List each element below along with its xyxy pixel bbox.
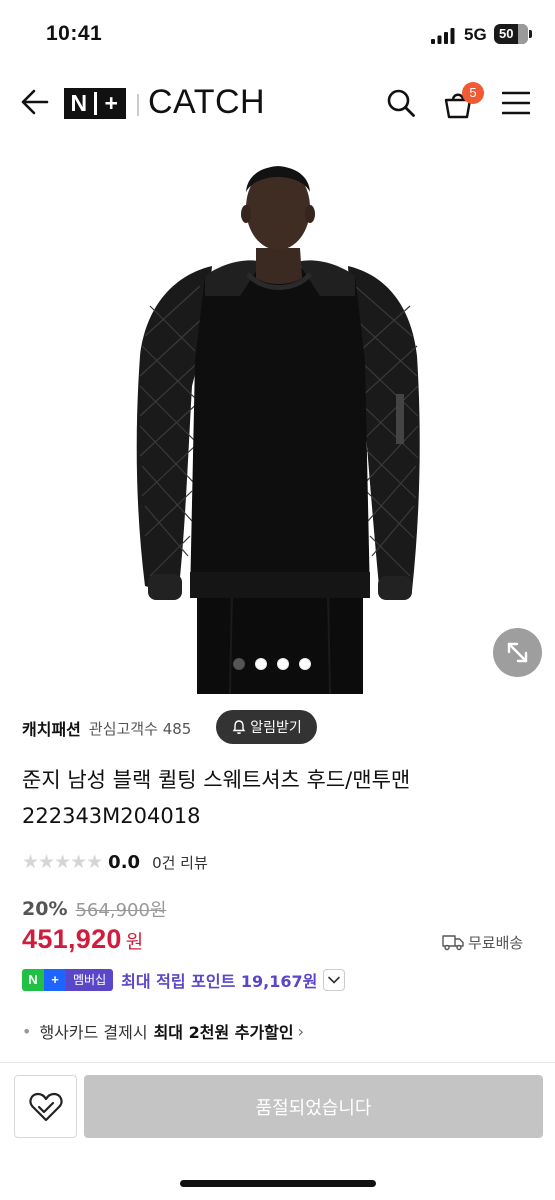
- catch-logo[interactable]: CATCH: [148, 83, 265, 122]
- top-navigation: N + CATCH 5: [0, 70, 555, 136]
- discount-row: 20% 564,900원: [22, 896, 166, 922]
- interest-count: 관심고객수 485: [89, 718, 191, 739]
- truck-icon: [442, 935, 464, 951]
- product-title-line: 준지 남성 블랙 퀼팅 스웨트셔츠 후드/맨투맨: [22, 768, 411, 792]
- chevron-right-icon: ›: [297, 1021, 305, 1041]
- points-expand-button[interactable]: [323, 969, 346, 991]
- product-title: 준지 남성 블랙 퀼팅 스웨트셔츠 후드/맨투맨 222343M204018: [22, 762, 532, 834]
- benefit-text: 행사카드 결제시: [39, 1023, 148, 1042]
- gallery-pagination: [233, 658, 311, 672]
- seller-name[interactable]: 캐치패션: [22, 716, 81, 740]
- gallery-dot[interactable]: [277, 658, 289, 670]
- chevron-down-icon: [328, 976, 341, 984]
- notify-label: 알림받기: [250, 720, 302, 736]
- sale-price: 451,920: [22, 924, 122, 954]
- rating-row: ★★★★★ 0.0 0건 리뷰: [22, 848, 208, 876]
- discount-rate: 20%: [22, 898, 68, 920]
- cart-count-badge: 5: [462, 82, 484, 104]
- interest-value: 485: [162, 719, 192, 738]
- logo-n: N: [70, 90, 88, 116]
- expand-arrows-icon: [507, 642, 528, 663]
- rating-stars: ★★★★★: [22, 851, 103, 873]
- hamburger-menu-icon[interactable]: [502, 90, 530, 116]
- status-bar: 10:41 5G 50: [0, 0, 555, 70]
- expand-image-button[interactable]: [493, 628, 542, 677]
- heart-icon: [28, 1092, 63, 1121]
- membership-row: N + 멤버십 최대 적립 포인트 19,167원: [22, 966, 346, 994]
- interest-label: 관심고객수: [88, 719, 158, 738]
- battery-icon: 50: [494, 24, 532, 44]
- product-photo: [136, 166, 420, 694]
- sold-out-button[interactable]: 품절되었습니다: [84, 1075, 543, 1138]
- shipping-info: 무료배송: [442, 930, 523, 954]
- logo-plus: +: [104, 90, 118, 116]
- network-label: 5G: [464, 25, 487, 44]
- review-count-link[interactable]: 0건 리뷰: [152, 852, 208, 873]
- bell-plus-icon: [232, 720, 246, 734]
- gallery-dot[interactable]: [233, 658, 245, 670]
- max-points-text: 최대 적립 포인트 19,167원: [121, 972, 318, 991]
- card-benefit-row[interactable]: • 행사카드 결제시 최대 2천원 추가할인 ›: [22, 1018, 304, 1044]
- badge-membership: 멤버십: [66, 969, 114, 991]
- search-icon[interactable]: [386, 88, 416, 118]
- badge-plus: +: [44, 969, 66, 991]
- bottom-action-bar: 품절되었습니다: [0, 1062, 555, 1200]
- naver-plus-logo[interactable]: N +: [64, 88, 126, 119]
- status-time: 10:41: [46, 22, 103, 45]
- product-image-gallery[interactable]: [0, 136, 555, 694]
- benefit-bullet: •: [22, 1021, 32, 1041]
- wishlist-button[interactable]: [14, 1075, 77, 1138]
- notify-button[interactable]: 알림받기: [216, 710, 317, 744]
- battery-level: 50: [499, 26, 514, 41]
- gallery-dot[interactable]: [299, 658, 311, 670]
- logo-divider: [137, 94, 139, 116]
- naver-plus-badge: N + 멤버십: [22, 969, 114, 991]
- price-row: 451,920 원: [22, 924, 143, 962]
- gallery-dot[interactable]: [255, 658, 267, 670]
- back-arrow-icon[interactable]: [18, 86, 50, 118]
- benefit-highlight: 최대 2천원 추가할인: [153, 1023, 294, 1042]
- shipping-label: 무료배송: [468, 933, 524, 952]
- badge-n: N: [22, 969, 44, 991]
- rating-score: 0.0: [108, 851, 141, 873]
- product-code: 222343M204018: [22, 804, 201, 828]
- signal-icon: [431, 28, 455, 44]
- seller-row: 캐치패션 관심고객수 485: [22, 712, 191, 744]
- price-unit: 원: [125, 931, 144, 953]
- home-indicator: [180, 1180, 376, 1187]
- original-price: 564,900원: [75, 900, 167, 921]
